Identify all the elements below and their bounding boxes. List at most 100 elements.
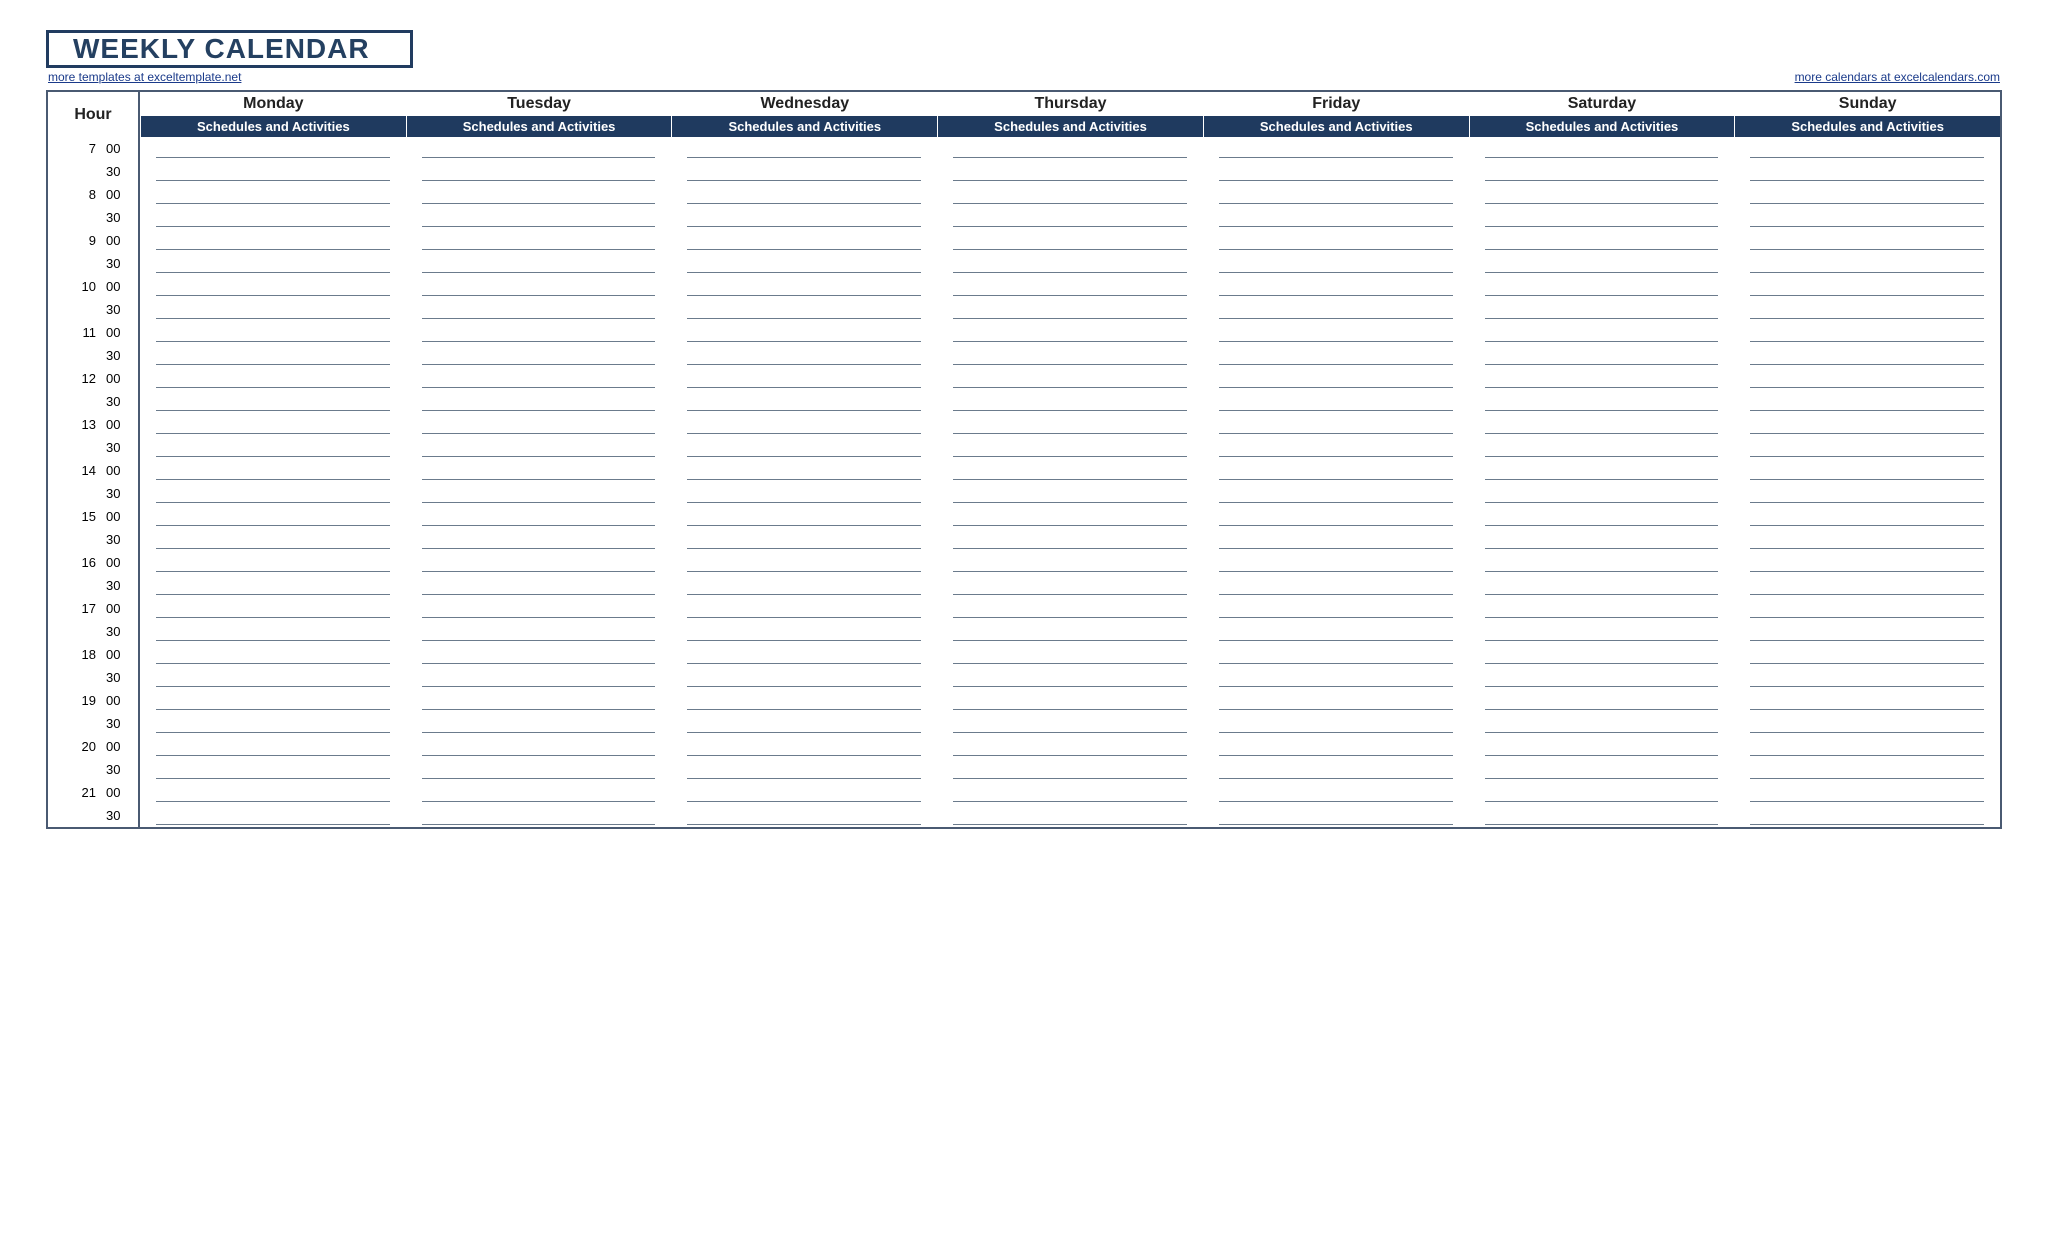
schedule-slot[interactable] <box>1734 298 2000 321</box>
schedule-slot[interactable] <box>671 666 937 689</box>
schedule-slot[interactable] <box>671 413 937 436</box>
schedule-slot[interactable] <box>1469 804 1735 827</box>
schedule-slot[interactable] <box>140 367 406 390</box>
schedule-slot[interactable] <box>1469 666 1735 689</box>
schedule-slot[interactable] <box>671 505 937 528</box>
schedule-slot[interactable] <box>140 482 406 505</box>
schedule-slot[interactable] <box>1203 137 1469 160</box>
schedule-slot[interactable] <box>671 367 937 390</box>
schedule-slot[interactable] <box>140 183 406 206</box>
schedule-slot[interactable] <box>406 781 672 804</box>
schedule-slot[interactable] <box>1203 321 1469 344</box>
schedule-slot[interactable] <box>1469 574 1735 597</box>
schedule-slot[interactable] <box>1203 574 1469 597</box>
schedule-slot[interactable] <box>140 551 406 574</box>
schedule-slot[interactable] <box>1203 390 1469 413</box>
schedule-slot[interactable] <box>1203 712 1469 735</box>
schedule-slot[interactable] <box>1469 781 1735 804</box>
schedule-slot[interactable] <box>671 597 937 620</box>
schedule-slot[interactable] <box>140 505 406 528</box>
schedule-slot[interactable] <box>1203 344 1469 367</box>
schedule-slot[interactable] <box>937 390 1203 413</box>
schedule-slot[interactable] <box>671 344 937 367</box>
schedule-slot[interactable] <box>406 505 672 528</box>
schedule-slot[interactable] <box>671 551 937 574</box>
schedule-slot[interactable] <box>140 321 406 344</box>
schedule-slot[interactable] <box>1734 804 2000 827</box>
schedule-slot[interactable] <box>1469 758 1735 781</box>
schedule-slot[interactable] <box>140 459 406 482</box>
schedule-slot[interactable] <box>1734 252 2000 275</box>
schedule-slot[interactable] <box>937 137 1203 160</box>
schedule-slot[interactable] <box>1203 459 1469 482</box>
schedule-slot[interactable] <box>406 275 672 298</box>
schedule-slot[interactable] <box>1469 367 1735 390</box>
schedule-slot[interactable] <box>671 183 937 206</box>
schedule-slot[interactable] <box>406 298 672 321</box>
schedule-slot[interactable] <box>406 528 672 551</box>
schedule-slot[interactable] <box>406 689 672 712</box>
schedule-slot[interactable] <box>1469 459 1735 482</box>
schedule-slot[interactable] <box>937 459 1203 482</box>
schedule-slot[interactable] <box>1734 390 2000 413</box>
schedule-slot[interactable] <box>140 712 406 735</box>
schedule-slot[interactable] <box>1469 229 1735 252</box>
schedule-slot[interactable] <box>1203 781 1469 804</box>
schedule-slot[interactable] <box>406 459 672 482</box>
schedule-slot[interactable] <box>1734 505 2000 528</box>
schedule-slot[interactable] <box>937 551 1203 574</box>
schedule-slot[interactable] <box>1203 229 1469 252</box>
schedule-slot[interactable] <box>937 666 1203 689</box>
schedule-slot[interactable] <box>140 666 406 689</box>
schedule-slot[interactable] <box>406 643 672 666</box>
schedule-slot[interactable] <box>1203 689 1469 712</box>
schedule-slot[interactable] <box>1469 321 1735 344</box>
schedule-slot[interactable] <box>671 275 937 298</box>
schedule-slot[interactable] <box>1203 551 1469 574</box>
schedule-slot[interactable] <box>671 160 937 183</box>
schedule-slot[interactable] <box>140 689 406 712</box>
schedule-slot[interactable] <box>1734 344 2000 367</box>
schedule-slot[interactable] <box>937 712 1203 735</box>
schedule-slot[interactable] <box>406 229 672 252</box>
schedule-slot[interactable] <box>1469 551 1735 574</box>
schedule-slot[interactable] <box>1734 781 2000 804</box>
schedule-slot[interactable] <box>1203 620 1469 643</box>
schedule-slot[interactable] <box>937 229 1203 252</box>
schedule-slot[interactable] <box>140 137 406 160</box>
schedule-slot[interactable] <box>1203 367 1469 390</box>
schedule-slot[interactable] <box>1734 735 2000 758</box>
schedule-slot[interactable] <box>1203 735 1469 758</box>
schedule-slot[interactable] <box>140 252 406 275</box>
schedule-slot[interactable] <box>671 620 937 643</box>
schedule-slot[interactable] <box>140 436 406 459</box>
schedule-slot[interactable] <box>937 413 1203 436</box>
schedule-slot[interactable] <box>406 620 672 643</box>
schedule-slot[interactable] <box>671 758 937 781</box>
schedule-slot[interactable] <box>406 390 672 413</box>
schedule-slot[interactable] <box>1734 459 2000 482</box>
schedule-slot[interactable] <box>140 735 406 758</box>
schedule-slot[interactable] <box>671 482 937 505</box>
schedule-slot[interactable] <box>671 574 937 597</box>
schedule-slot[interactable] <box>671 298 937 321</box>
schedule-slot[interactable] <box>406 735 672 758</box>
schedule-slot[interactable] <box>1469 137 1735 160</box>
schedule-slot[interactable] <box>1734 551 2000 574</box>
schedule-slot[interactable] <box>1734 712 2000 735</box>
schedule-slot[interactable] <box>937 436 1203 459</box>
schedule-slot[interactable] <box>1734 183 2000 206</box>
schedule-slot[interactable] <box>1469 436 1735 459</box>
schedule-slot[interactable] <box>1734 643 2000 666</box>
schedule-slot[interactable] <box>1469 298 1735 321</box>
schedule-slot[interactable] <box>1203 206 1469 229</box>
schedule-slot[interactable] <box>1203 666 1469 689</box>
schedule-slot[interactable] <box>937 206 1203 229</box>
schedule-slot[interactable] <box>1203 413 1469 436</box>
schedule-slot[interactable] <box>140 229 406 252</box>
schedule-slot[interactable] <box>1203 482 1469 505</box>
schedule-slot[interactable] <box>937 252 1203 275</box>
schedule-slot[interactable] <box>406 666 672 689</box>
schedule-slot[interactable] <box>1469 620 1735 643</box>
schedule-slot[interactable] <box>671 735 937 758</box>
